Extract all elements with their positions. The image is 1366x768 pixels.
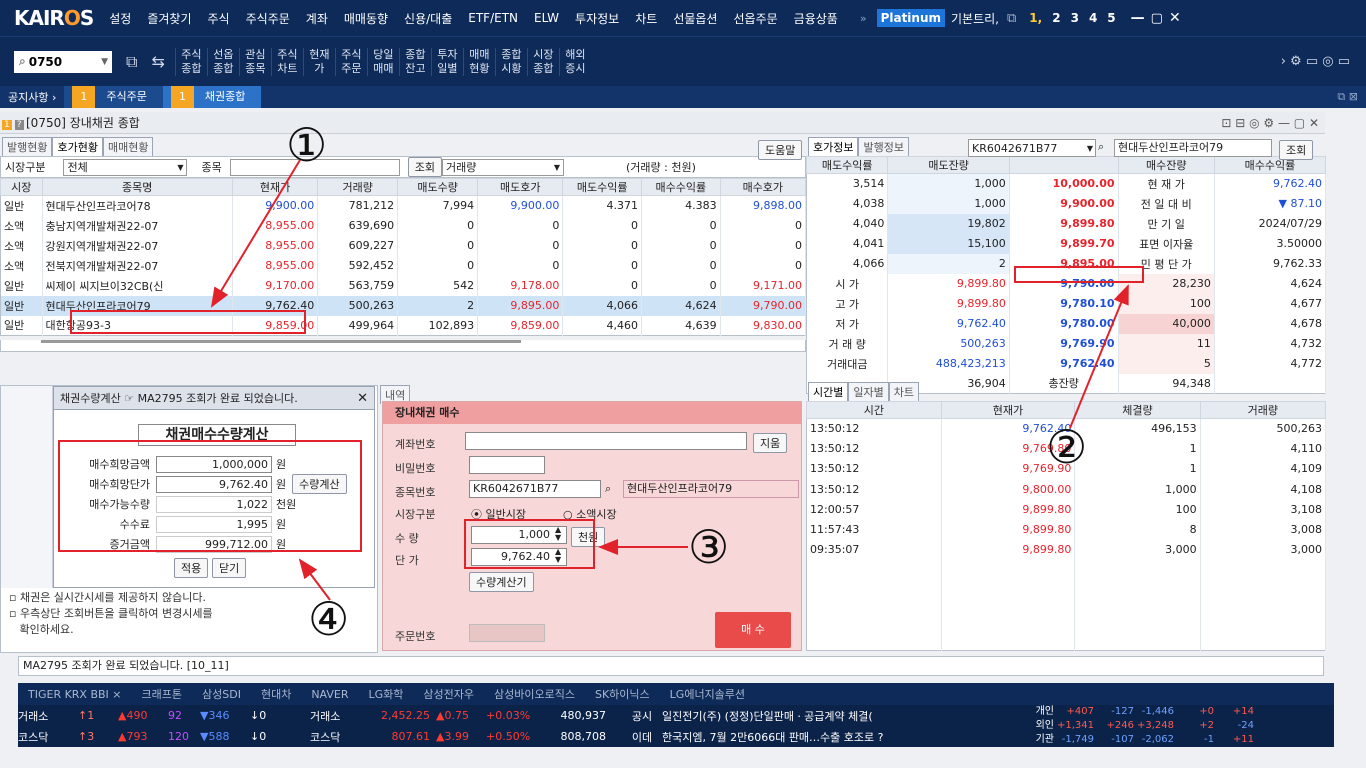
annotation-arrows bbox=[210, 159, 1129, 601]
